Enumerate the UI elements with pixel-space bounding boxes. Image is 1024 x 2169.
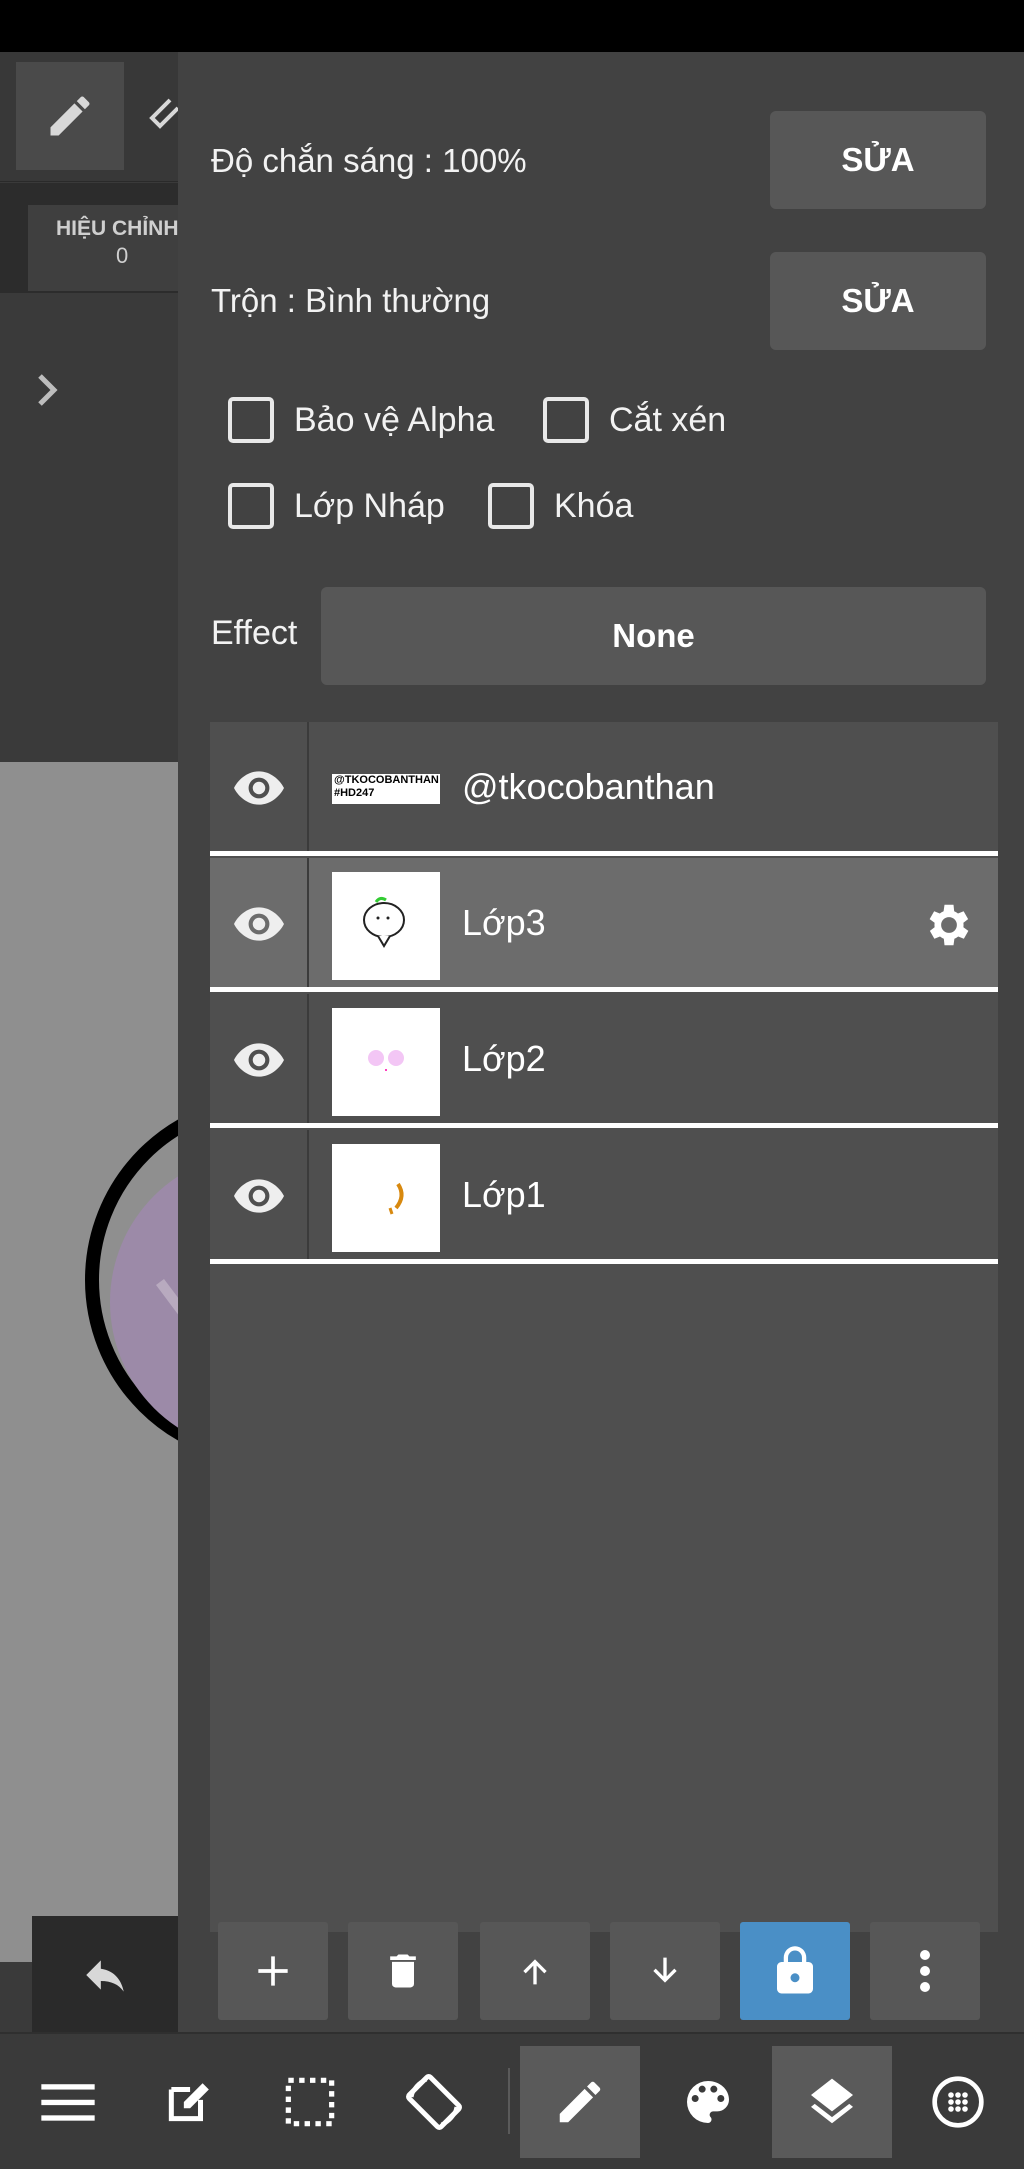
checkbox-box[interactable] [228,483,274,529]
layer-list[interactable]: @TKOCOBANTHAN #HD247 @tkocobanthan Lớp3 … [210,722,998,1932]
delete-layer-button[interactable] [348,1922,458,2020]
adjust-label: HIỆU CHỈNH [56,217,178,240]
canvas-area[interactable]: HIỆU CHỈNH 0 [0,52,178,2032]
edit-canvas-icon [168,2083,209,2122]
material-icon [932,2076,984,2128]
adjust-value: 0 [116,243,129,268]
eye-icon[interactable] [234,1176,284,1221]
blend-label: Trộn : Bình thường [211,282,491,319]
eye-icon[interactable] [234,1040,284,1085]
checkbox-draft-layer[interactable]: Lớp Nháp [228,483,445,529]
adjust-button[interactable]: HIỆU CHỈNH 0 [28,205,178,291]
layer-name: Lớp1 [462,1174,546,1215]
menu-icon [41,2084,95,2121]
more-vertical-icon [920,1950,930,1992]
undo-button[interactable] [32,1916,178,2032]
layer-thumbnail [332,1144,440,1252]
checkbox-box[interactable] [488,483,534,529]
checkbox-alpha-protect[interactable]: Bảo vệ Alpha [228,397,494,443]
checkbox-lock[interactable]: Khóa [488,483,633,529]
gear-icon[interactable] [922,898,976,957]
pen-tool-button[interactable] [16,62,124,170]
palette-button[interactable] [648,2046,768,2158]
material-button[interactable] [898,2046,1018,2158]
checkbox-label: Cắt xén [609,400,727,439]
checkbox-clipping[interactable]: Cắt xén [543,397,726,443]
layer-item[interactable]: @TKOCOBANTHAN #HD247 @tkocobanthan [210,722,998,856]
opacity-label: Độ chắn sáng : 100% [211,142,527,179]
add-layer-button[interactable] [218,1922,328,2020]
move-layer-up-button[interactable] [480,1922,590,2020]
divider [307,722,309,851]
chevron-right-icon[interactable] [32,370,62,415]
arrow-up-icon [523,1959,547,1985]
layers-button[interactable] [772,2046,892,2158]
opacity-edit-button[interactable]: SỬA [770,111,986,209]
more-options-button[interactable] [870,1922,980,2020]
layer-item-selected[interactable]: Lớp3 [210,858,998,992]
canvas-artwork [85,1119,178,1441]
palette-icon [687,2081,729,2123]
rotate-screen-button[interactable] [374,2046,494,2158]
drawing-canvas[interactable] [0,762,178,1962]
rotate-screen-icon [406,2074,462,2130]
move-layer-down-button[interactable] [610,1922,720,2020]
arrow-down-icon [653,1957,677,1983]
adjust-strip: HIỆU CHỈNH 0 [0,183,178,293]
divider [307,858,309,987]
layer-name: Lớp3 [462,902,546,943]
undo-icon [86,1960,124,1992]
layer-name: @tkocobanthan [462,766,715,807]
blend-edit-button[interactable]: SỬA [770,252,986,350]
layer-toolbar [210,1910,998,2022]
selection-icon [285,2077,335,2127]
checkbox-box[interactable] [228,397,274,443]
tool-strip [0,52,178,182]
layers-icon [811,2078,853,2124]
status-bar [0,0,1024,52]
checkbox-label: Khóa [554,486,634,525]
pen-icon [50,96,90,136]
checkbox-box[interactable] [543,397,589,443]
layer-thumbnail [332,872,440,980]
pen-tool-nav-button[interactable] [520,2046,640,2158]
layer-item[interactable]: Lớp2 [210,994,998,1128]
eye-icon[interactable] [234,768,284,813]
divider [307,994,309,1123]
eraser-tool-button[interactable] [148,96,178,136]
menu-button[interactable] [8,2046,128,2158]
trash-icon [390,1954,416,1988]
pen-icon [559,2081,601,2123]
divider [307,1130,309,1259]
divider [508,2068,510,2134]
checkbox-label: Bảo vệ Alpha [294,400,495,439]
add-icon [258,1956,288,1986]
layer-thumbnail [332,1008,440,1116]
edit-canvas-button[interactable] [128,2046,248,2158]
lock-icon [777,1946,813,1994]
checkbox-label: Lớp Nháp [294,486,445,525]
selection-button[interactable] [250,2046,370,2158]
layer-thumbnail: @TKOCOBANTHAN #HD247 [332,774,440,804]
layer-item[interactable]: Lớp1 [210,1130,998,1264]
effect-button[interactable]: None [321,587,986,685]
eraser-icon [149,98,178,129]
eye-icon[interactable] [234,904,284,949]
effect-label: Effect [211,614,298,652]
layer-panel: Độ chắn sáng : 100% SỬA Trộn : Bình thườ… [178,52,1024,2032]
lock-layer-button[interactable] [740,1922,850,2020]
layer-name: Lớp2 [462,1038,546,1079]
bottom-navigation [0,2032,1024,2169]
